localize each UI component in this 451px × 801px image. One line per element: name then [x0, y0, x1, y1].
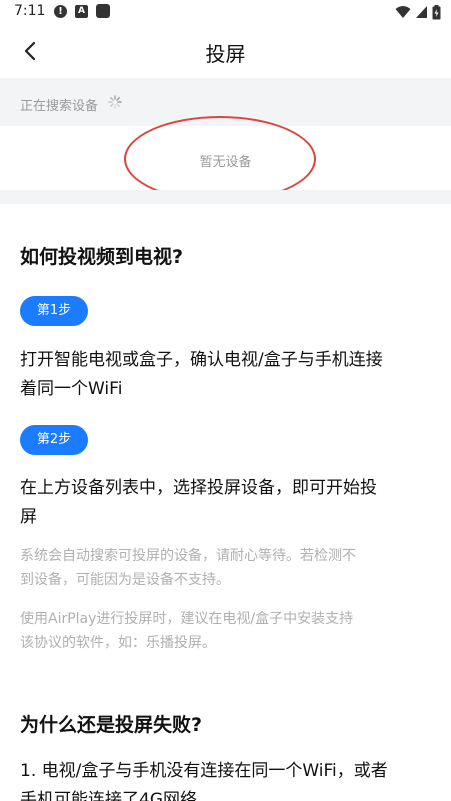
- failure-heading: 为什么还是投屏失败?: [20, 714, 203, 736]
- status-bar: 7:11 ! A: [0, 0, 451, 24]
- step1-text-line: 着同一个WiFi: [20, 379, 123, 399]
- failure-item-line: 1. 电视/盒子与手机没有连接在同一个WiFi，或者: [20, 761, 388, 781]
- device-list: 暂无设备: [0, 126, 451, 190]
- step1-badge: 第1步: [20, 296, 88, 326]
- step1-text-line: 打开智能电视或盒子，确认电视/盒子与手机连接: [20, 350, 383, 370]
- step2-badge: 第2步: [20, 425, 88, 455]
- signal-icon: [416, 6, 427, 18]
- loading-spinner-icon: [108, 95, 122, 109]
- guide-content: 如何投视频到电视? 第1步 打开智能电视或盒子，确认电视/盒子与手机连接 着同一…: [0, 204, 451, 801]
- guide-heading: 如何投视频到电视?: [20, 246, 184, 268]
- step2-text-line: 在上方设备列表中，选择投屏设备，即可开始投: [20, 478, 377, 498]
- battery-icon: [432, 4, 441, 19]
- page-title: 投屏: [205, 42, 246, 66]
- a-icon: A: [75, 5, 88, 18]
- search-status-text: 正在搜索设备: [20, 99, 99, 114]
- nav-bar: 投屏: [0, 24, 451, 78]
- failure-item-1: 1. 电视/盒子与手机没有连接在同一个WiFi，或者 手机可能连接了4G网络: [20, 757, 436, 801]
- note-line: 使用AirPlay进行投屏时，建议在电视/盒子中安装支持: [20, 611, 354, 627]
- empty-device-text: 暂无设备: [199, 155, 252, 170]
- square-icon: [96, 4, 110, 18]
- note-airplay: 使用AirPlay进行投屏时，建议在电视/盒子中安装支持 该协议的软件，如：乐播…: [20, 607, 432, 655]
- status-time: 7:11: [14, 3, 46, 19]
- failure-item-line: 手机可能连接了4G网络: [20, 790, 197, 801]
- note-line: 系统会自动搜索可投屏的设备，请耐心等待。若检测不: [20, 548, 356, 564]
- wifi-icon: [395, 6, 411, 18]
- step2-text-line: 屏: [20, 507, 37, 527]
- step2-text: 在上方设备列表中，选择投屏设备，即可开始投 屏: [20, 474, 436, 532]
- search-status-bar: 正在搜索设备: [0, 78, 451, 126]
- step1-text: 打开智能电视或盒子，确认电视/盒子与手机连接 着同一个WiFi: [20, 346, 436, 404]
- alert-icon: !: [54, 5, 67, 18]
- note-line: 到设备，可能因为是设备不支持。: [20, 572, 230, 588]
- note-auto-search: 系统会自动搜索可投屏的设备，请耐心等待。若检测不 到设备，可能因为是设备不支持。: [20, 544, 432, 592]
- section-divider: [0, 190, 451, 204]
- note-line: 该协议的软件，如：乐播投屏。: [20, 635, 216, 651]
- status-right-icons: [395, 4, 441, 20]
